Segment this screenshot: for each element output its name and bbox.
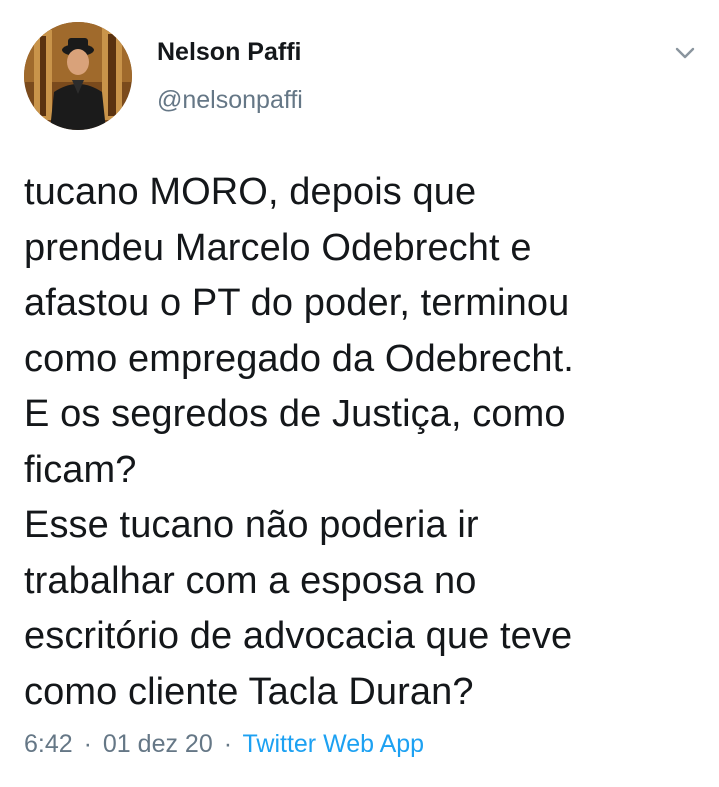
tweet-meta: 6:42 · 01 dez 20 · Twitter Web App [24, 730, 424, 759]
tweet-time[interactable]: 6:42 [24, 730, 73, 758]
meta-separator: · [83, 730, 92, 758]
tweet-source-link[interactable]: Twitter Web App [243, 730, 425, 758]
author-display-name[interactable]: Nelson Paffi [157, 38, 301, 67]
tweet-text: tucano MORO, depois que prendeu Marcelo … [24, 171, 574, 713]
tweet-card: Nelson Paffi @nelsonpaffi tucano MORO, d… [0, 0, 719, 787]
avatar[interactable] [24, 22, 132, 130]
tweet-date[interactable]: 01 dez 20 [103, 730, 213, 758]
author-handle[interactable]: @nelsonpaffi [157, 86, 303, 115]
chevron-down-icon[interactable] [670, 38, 700, 68]
meta-separator: · [223, 730, 233, 758]
